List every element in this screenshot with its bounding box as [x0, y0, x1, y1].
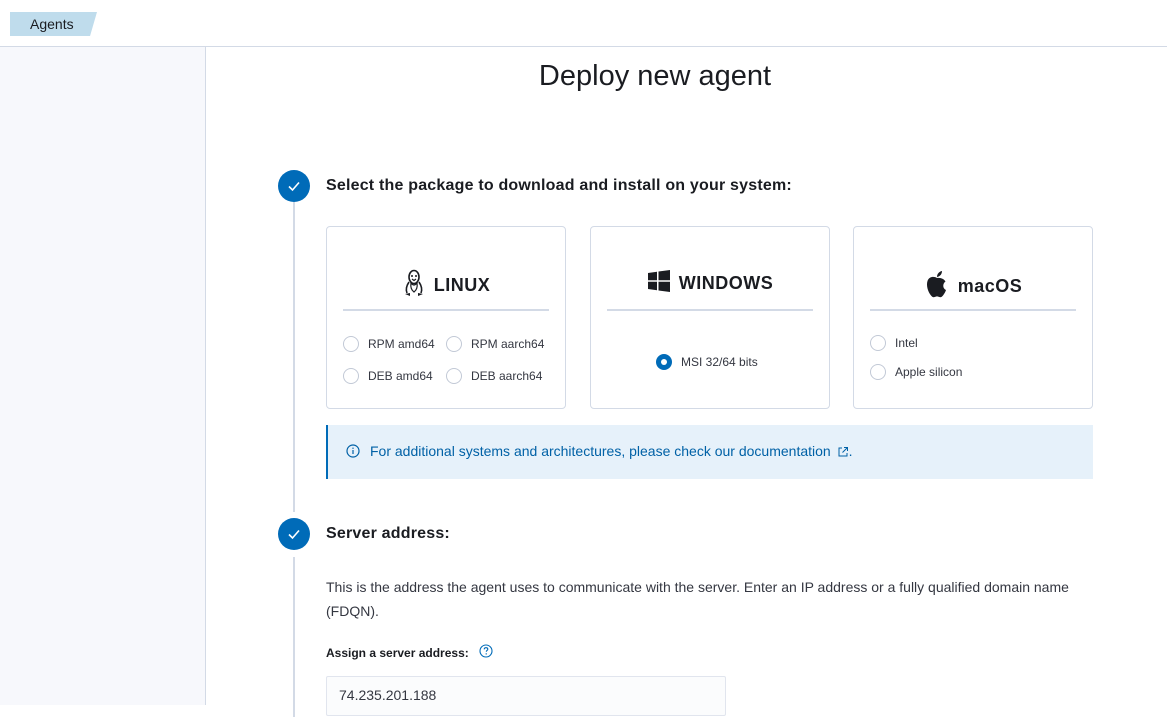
radio-rpm-amd64[interactable]: RPM amd64 [343, 336, 435, 352]
step-2-check-icon [278, 518, 310, 550]
step-connector-line [293, 557, 295, 717]
os-card-header: LINUX [327, 269, 565, 302]
radio-button[interactable] [343, 368, 359, 384]
os-card-macos[interactable]: macOS Intel Apple silicon [853, 226, 1093, 409]
radio-label: DEB aarch64 [471, 369, 543, 383]
info-icon [346, 443, 360, 461]
server-address-input[interactable]: 74.235.201.188 [326, 676, 726, 716]
radio-button[interactable] [870, 335, 886, 351]
radio-label: DEB amd64 [368, 369, 433, 383]
radio-button[interactable] [446, 368, 462, 384]
external-link-icon[interactable] [837, 445, 849, 461]
divider [607, 309, 813, 311]
step-2-title: Server address: [326, 525, 450, 542]
top-bar: Agents [0, 0, 1167, 47]
radio-rpm-aarch64[interactable]: RPM aarch64 [446, 336, 544, 352]
callout-text: For additional systems and architectures… [370, 443, 852, 460]
radio-label: Apple silicon [895, 365, 963, 379]
os-card-header: WINDOWS [591, 269, 829, 298]
radio-button-selected[interactable] [656, 354, 672, 370]
divider [343, 309, 549, 311]
os-card-title: WINDOWS [678, 273, 774, 293]
radio-apple-silicon[interactable]: Apple silicon [870, 364, 962, 380]
page-title: Deploy new agent [538, 60, 772, 92]
divider [870, 309, 1076, 311]
os-card-title: macOS [957, 276, 1023, 296]
breadcrumb-agents[interactable]: Agents [10, 12, 97, 36]
radio-button[interactable] [870, 364, 886, 380]
radio-deb-amd64[interactable]: DEB amd64 [343, 368, 433, 384]
radio-button[interactable] [343, 336, 359, 352]
os-card-windows[interactable]: WINDOWS MSI 32/64 bits [590, 226, 830, 409]
info-callout: For additional systems and architectures… [326, 425, 1093, 479]
step-1-check-icon [278, 170, 310, 202]
radio-deb-aarch64[interactable]: DEB aarch64 [446, 368, 542, 384]
question-circle-icon[interactable] [479, 644, 493, 661]
main-content: Deploy new agent Select the package to d… [207, 47, 1167, 717]
radio-label: RPM aarch64 [471, 337, 545, 351]
radio-label: Intel [895, 336, 918, 350]
step-connector-line [293, 202, 295, 512]
radio-msi[interactable]: MSI 32/64 bits [656, 354, 758, 370]
step-1-title: Select the package to download and insta… [326, 177, 792, 194]
radio-intel[interactable]: Intel [870, 335, 918, 351]
os-card-header: macOS [854, 269, 1092, 304]
documentation-link[interactable]: For additional systems and architectures… [370, 443, 831, 459]
windows-logo-icon [647, 269, 671, 298]
server-address-label: Assign a server address: [326, 644, 493, 661]
field-label-text: Assign a server address: [326, 645, 469, 660]
server-address-description: This is the address the agent uses to co… [326, 579, 1069, 619]
linux-tux-icon [402, 269, 426, 302]
os-card-linux[interactable]: LINUX RPM amd64 RPM aarch64 DEB amd64 DE… [326, 226, 566, 409]
radio-label: RPM amd64 [368, 337, 435, 351]
apple-logo-icon [924, 269, 950, 304]
os-card-title: LINUX [433, 275, 491, 295]
sidebar [0, 47, 206, 705]
callout-suffix: . [848, 443, 853, 460]
radio-label: MSI 32/64 bits [681, 355, 758, 369]
radio-button[interactable] [446, 336, 462, 352]
